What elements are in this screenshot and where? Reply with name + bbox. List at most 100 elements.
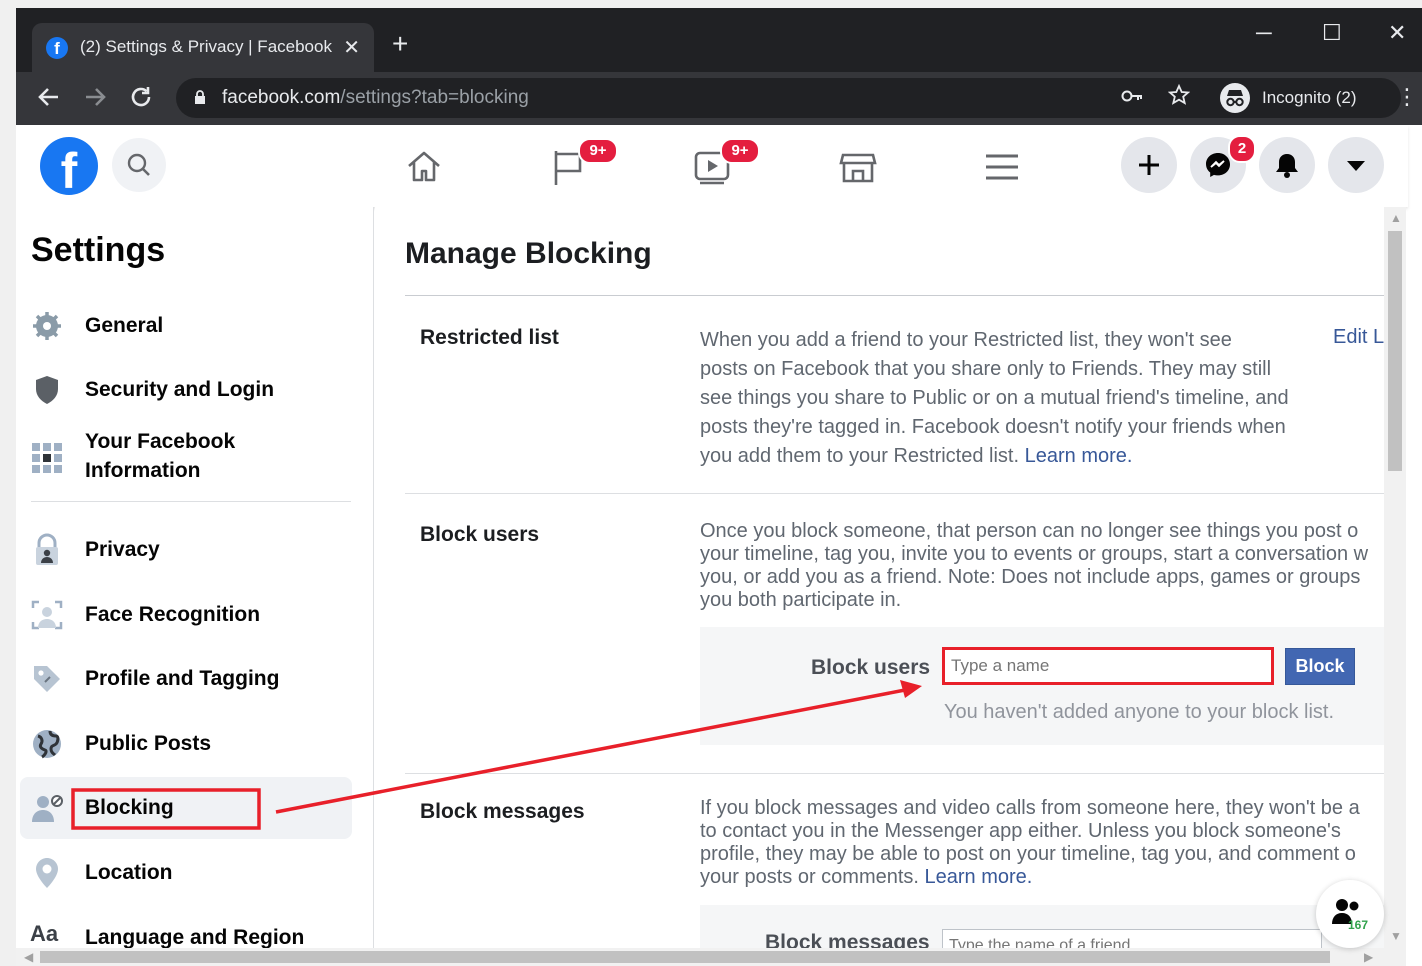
reload-icon[interactable] [128, 84, 154, 116]
forward-arrow-icon[interactable] [82, 84, 108, 116]
page-title: Manage Blocking [405, 237, 652, 270]
bell-icon [1276, 154, 1298, 178]
sidebar-item-general[interactable]: General [20, 295, 352, 357]
horizontal-scroll-thumb[interactable] [40, 951, 1330, 963]
new-tab-button[interactable]: + [392, 30, 408, 58]
marketplace-store-icon[interactable] [838, 147, 878, 187]
scroll-up-arrow-icon[interactable]: ▲ [1390, 211, 1402, 225]
browser-tab[interactable]: f (2) Settings & Privacy | Facebook ✕ [32, 23, 374, 72]
sidebar-item-public-posts[interactable]: Public Posts [20, 713, 352, 775]
create-button[interactable] [1121, 137, 1177, 193]
gear-icon [33, 312, 61, 340]
maximize-button[interactable]: ☐ [1322, 20, 1342, 46]
scroll-right-arrow-icon[interactable]: ▶ [1364, 950, 1373, 964]
horizontal-scrollbar[interactable]: ◀ ▶ [16, 948, 1406, 966]
key-icon[interactable] [1121, 86, 1143, 112]
sidebar-item-security[interactable]: Security and Login [20, 359, 352, 421]
sidebar-divider [31, 501, 351, 502]
block-messages-description: If you block messages and video calls fr… [700, 797, 1360, 888]
search-icon [127, 153, 150, 176]
location-pin-icon [36, 858, 58, 888]
notifications-button[interactable] [1259, 137, 1315, 193]
restricted-list-description: When you add a friend to your Restricted… [700, 329, 1289, 467]
sidebar-item-profile-and-tagging[interactable]: Profile and Tagging [20, 648, 352, 710]
block-messages-input[interactable] [942, 929, 1322, 948]
sidebar-item-label: General [85, 314, 164, 337]
sidebar-item-privacy[interactable]: Privacy [20, 519, 352, 581]
sidebar-item-label: Your Facebook Information [85, 430, 236, 482]
section-divider [405, 493, 1384, 494]
sidebar-item-label: Face Recognition [85, 603, 261, 626]
contacts-people-icon [1332, 899, 1359, 924]
facebook-logo-icon[interactable]: f [40, 137, 98, 195]
bookmark-star-icon[interactable] [1167, 83, 1191, 112]
block-messages-learn-more-link[interactable]: Learn more. [925, 866, 1033, 888]
vertical-scrollbar[interactable]: ▲ ▼ [1384, 207, 1406, 948]
tab-title: (2) Settings & Privacy | Facebook [80, 37, 332, 56]
pages-badge: 9+ [578, 138, 618, 164]
tab-strip: f (2) Settings & Privacy | Facebook ✕ + … [16, 8, 1422, 72]
sidebar-item-label: Public Posts [85, 732, 212, 755]
block-button[interactable]: Block [1285, 648, 1355, 685]
block-users-field-label: Block users [811, 656, 931, 679]
close-window-button[interactable]: ✕ [1388, 20, 1406, 46]
lock-person-icon [36, 533, 58, 565]
incognito-indicator[interactable]: Incognito (2) [1220, 83, 1378, 113]
globe-icon [33, 730, 61, 759]
block-user-icon [32, 795, 63, 822]
browser-toolbar: facebook.com/settings?tab=blocking Incog… [16, 72, 1422, 125]
watch-badge: 9+ [720, 138, 760, 164]
block-messages-field-label: Block messages [765, 931, 930, 948]
plus-icon [1139, 155, 1159, 175]
block-users-input[interactable] [942, 647, 1274, 685]
search-button[interactable] [112, 138, 166, 192]
caret-down-icon [1347, 161, 1365, 171]
scroll-left-arrow-icon[interactable]: ◀ [24, 950, 33, 964]
home-icon[interactable] [404, 147, 444, 187]
facebook-header: f 9+ 9+ 2 [16, 125, 1408, 207]
sidebar-item-location[interactable]: Location [20, 842, 352, 904]
shield-icon [36, 376, 58, 404]
block-users-description: Once you block someone, that person can … [700, 520, 1369, 611]
incognito-icon [1220, 83, 1250, 113]
block-messages-label: Block messages [420, 800, 585, 823]
sidebar-item-label: Profile and Tagging [85, 667, 280, 690]
close-tab-icon[interactable]: ✕ [343, 35, 360, 60]
contacts-count: 167 [1348, 918, 1369, 932]
sidebar-item-face-recognition[interactable]: Face Recognition [20, 584, 352, 646]
browser-menu-icon[interactable]: ⋮ [1396, 84, 1418, 110]
main-content: Manage Blocking Restricted list When you… [375, 207, 1384, 948]
block-list-empty-note: You haven't added anyone to your block l… [944, 701, 1335, 723]
title-divider [405, 295, 1384, 296]
menu-hamburger-icon[interactable] [982, 147, 1022, 187]
block-messages-panel: Block messages [700, 905, 1384, 948]
account-menu-button[interactable] [1328, 137, 1384, 193]
minimize-button[interactable]: ─ [1256, 20, 1272, 46]
address-bar[interactable]: facebook.com/settings?tab=blocking Incog… [176, 78, 1401, 118]
sidebar-item-blocking[interactable]: Blocking [20, 777, 352, 839]
browser-window: f (2) Settings & Privacy | Facebook ✕ + … [16, 8, 1422, 966]
messenger-badge: 2 [1228, 135, 1256, 163]
block-users-label: Block users [420, 523, 540, 546]
lock-icon [195, 90, 205, 104]
sidebar-item-label: Privacy [85, 538, 160, 561]
settings-sidebar: Settings General Security and Login Your… [16, 207, 374, 966]
section-divider [405, 773, 1384, 774]
sidebar-item-label: Security and Login [85, 378, 275, 401]
restricted-learn-more-link[interactable]: Learn more. [1025, 445, 1133, 467]
vertical-scroll-thumb[interactable] [1388, 231, 1402, 471]
scroll-down-arrow-icon[interactable]: ▼ [1390, 929, 1402, 943]
url-text: facebook.com/settings?tab=blocking [222, 87, 529, 108]
back-arrow-icon[interactable] [36, 84, 62, 116]
tag-icon [34, 666, 60, 692]
edit-restricted-list-link[interactable]: Edit L [1333, 326, 1384, 349]
facebook-favicon-icon: f [46, 37, 68, 59]
restricted-list-label: Restricted list [420, 326, 559, 349]
block-users-panel: Block users Block You haven't added anyo… [700, 627, 1384, 745]
sidebar-title: Settings [31, 231, 166, 269]
sidebar-item-label: Blocking [85, 796, 174, 819]
face-scan-icon [31, 600, 63, 630]
incognito-label: Incognito (2) [1262, 88, 1357, 107]
sidebar-item-your-facebook-information[interactable]: Your Facebook Information [20, 425, 352, 491]
contacts-button[interactable]: 167 [1316, 880, 1384, 948]
